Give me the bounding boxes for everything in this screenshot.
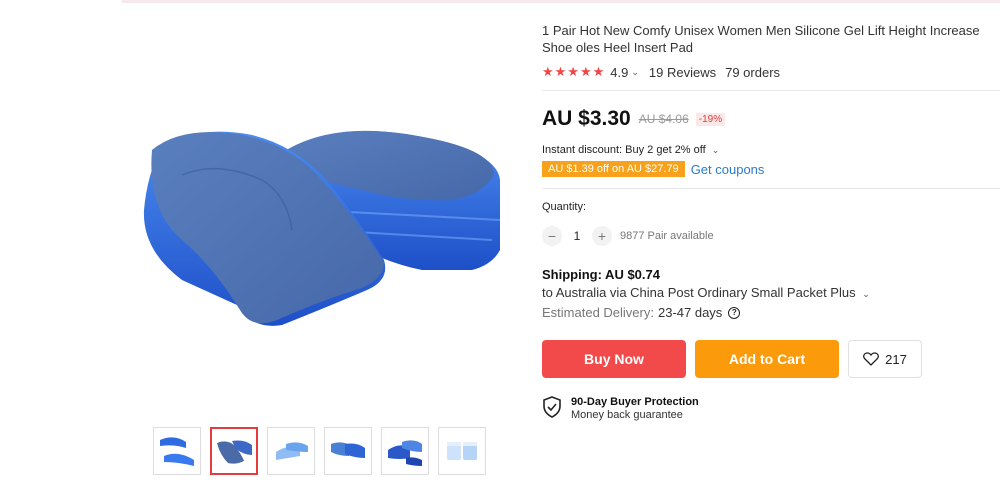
heart-icon xyxy=(863,352,880,366)
buy-now-button[interactable]: Buy Now xyxy=(542,340,686,378)
current-price: AU $3.30 xyxy=(542,107,631,130)
thumbnail-2[interactable] xyxy=(210,427,258,475)
original-price: AU $4.06 xyxy=(638,112,689,126)
rating-row: ★★★★★ 4.9 ⌄ 19 Reviews 79 orders xyxy=(542,64,1000,80)
divider xyxy=(542,188,1000,189)
main-product-image[interactable] xyxy=(122,90,522,380)
get-coupons-link[interactable]: Get coupons xyxy=(691,162,765,177)
delivery-days: 23-47 days xyxy=(657,305,723,320)
thumbnail-4[interactable] xyxy=(324,427,372,475)
buyer-protection: 90-Day Buyer Protection Money back guara… xyxy=(542,396,1000,421)
chevron-down-icon: ⌄ xyxy=(711,145,720,155)
thumbnail-1[interactable] xyxy=(153,427,201,475)
estimated-delivery: Estimated Delivery: 23-47 days ? xyxy=(542,305,1000,320)
product-title: 1 Pair Hot New Comfy Unisex Women Men Si… xyxy=(542,23,980,55)
quantity-input[interactable]: 1 xyxy=(562,229,592,243)
chevron-down-icon: ⌄ xyxy=(862,289,870,299)
chevron-down-icon[interactable]: ⌄ xyxy=(631,67,639,78)
delivery-label: Estimated Delivery: xyxy=(542,305,654,320)
shield-check-icon xyxy=(543,396,561,418)
quantity-stepper: − 1 + 9877 Pair available xyxy=(542,226,1000,246)
quantity-label: Quantity: xyxy=(542,201,587,213)
star-rating-icon: ★★★★★ xyxy=(542,64,606,79)
thumbnail-6[interactable] xyxy=(438,427,486,475)
shipping-route: to Australia via China Post Ordinary Sma… xyxy=(542,285,856,300)
action-buttons: Buy Now Add to Cart 217 xyxy=(542,340,1000,378)
stock-available: 9877 Pair available xyxy=(620,230,714,242)
divider xyxy=(542,90,1000,91)
discount-badge: -19% xyxy=(695,112,726,126)
thumbnail-3[interactable] xyxy=(267,427,315,475)
decrease-quantity-button[interactable]: − xyxy=(542,226,562,246)
question-icon[interactable]: ? xyxy=(728,306,741,319)
orders-count: 79 orders xyxy=(725,64,781,80)
shipping-cost: Shipping: AU $0.74 xyxy=(542,267,660,282)
price-row: AU $3.30 AU $4.06 -19% xyxy=(542,105,1000,133)
instant-discount-text: Instant discount: Buy 2 get 2% off xyxy=(542,144,706,156)
product-info-panel: 1 Pair Hot New Comfy Unisex Women Men Si… xyxy=(542,22,1000,421)
reviews-link[interactable]: 19 Reviews xyxy=(649,65,716,80)
wishlist-button[interactable]: 217 xyxy=(848,340,922,378)
add-to-cart-button[interactable]: Add to Cart xyxy=(695,340,839,378)
thumbnail-5[interactable] xyxy=(381,427,429,475)
wishlist-count: 217 xyxy=(885,351,907,367)
shipping-method[interactable]: to Australia via China Post Ordinary Sma… xyxy=(542,285,1000,300)
rating-value[interactable]: 4.9 xyxy=(610,65,628,80)
increase-quantity-button[interactable]: + xyxy=(592,226,612,246)
coupon-row: AU $1.39 off on AU $27.79 Get coupons xyxy=(542,161,1000,177)
protection-title: 90-Day Buyer Protection xyxy=(571,396,699,408)
thumbnail-gallery xyxy=(153,427,486,475)
top-divider xyxy=(122,0,1000,3)
coupon-tag: AU $1.39 off on AU $27.79 xyxy=(542,161,685,177)
instant-discount[interactable]: Instant discount: Buy 2 get 2% off ⌄ xyxy=(542,144,1000,156)
protection-subtitle: Money back guarantee xyxy=(571,409,683,421)
